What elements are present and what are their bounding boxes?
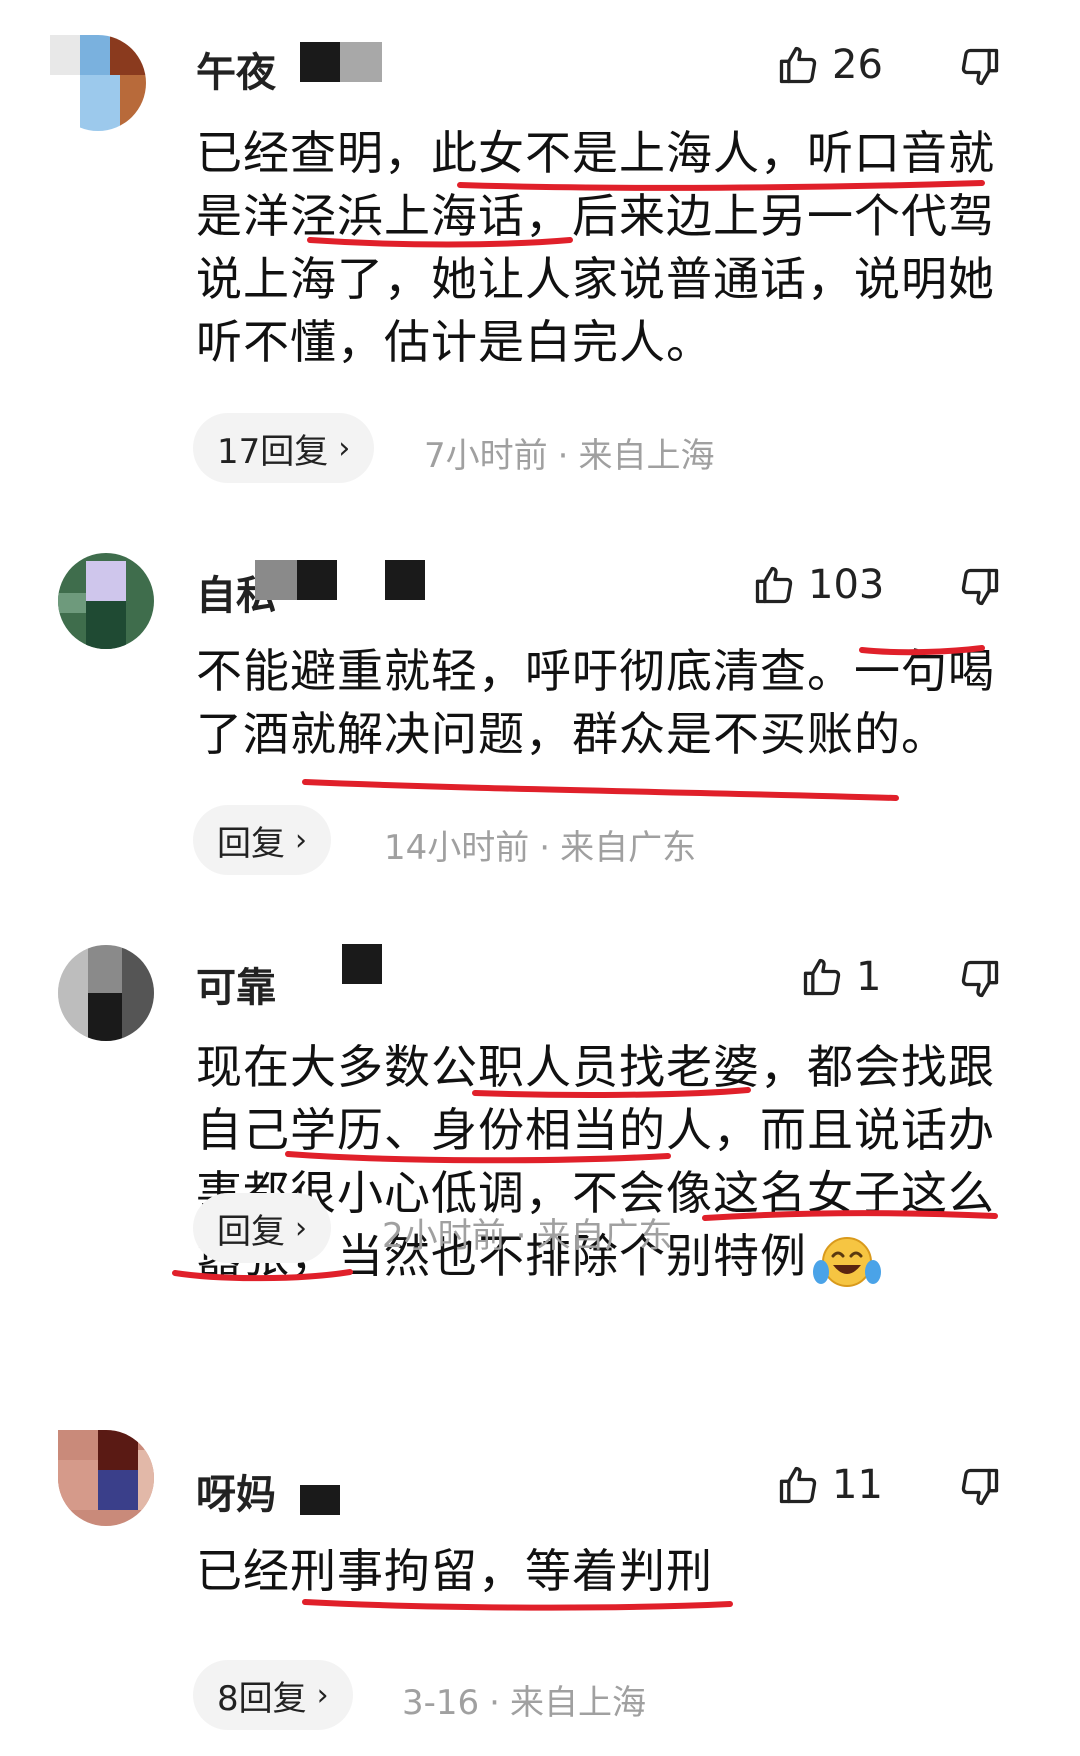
comment-text: 已经查明，此女不是上海人，听口音就是洋泾浜上海话，后来边上另一个代驾说上海了，她… [196,126,995,369]
timestamp: 2小时前 [382,1216,506,1256]
like-count: 1 [856,954,882,1000]
avatar[interactable] [50,35,146,131]
like-count: 11 [832,1462,883,1508]
meta-separator: · [539,828,551,868]
comment-meta: 14小时前 · 来自广东 [384,820,696,869]
dislike-button[interactable] [958,565,1002,609]
dislike-button[interactable] [958,1465,1002,1509]
like-count: 103 [808,562,885,608]
thumbs-down-icon [961,1468,999,1506]
username[interactable]: 呀妈 [196,1462,276,1520]
like-button[interactable]: 103 [752,562,884,608]
comment-meta: 3-16 · 来自上海 [402,1675,646,1724]
thumbs-down-icon [961,960,999,998]
comment-text: 不能避重就轻，呼吁彻底清查。一句喝了酒就解决问题，群众是不买账的。 [196,644,995,761]
chevron-right-icon: › [295,1210,307,1246]
dislike-button[interactable] [958,957,1002,1001]
thumbs-up-icon [803,958,841,996]
like-count: 26 [832,42,883,88]
thumbs-up-icon [779,46,817,84]
avatar[interactable] [58,553,154,649]
chevron-right-icon: › [295,822,307,858]
comment-card: 午夜 26 已经查明，此女不是上海人，听口音就是洋泾浜上海话，后来边上另一个代驾… [0,0,1080,483]
thumbs-down-icon [961,48,999,86]
meta-separator: · [515,1216,527,1256]
like-button[interactable]: 26 [776,42,883,88]
reply-label: 8回复 [217,1678,307,1719]
location: 来自上海 [509,1683,646,1723]
location: 来自上海 [578,436,715,476]
comment-card: 可靠 1 现在大多数公职人员找老婆，都会找跟自己学历、身份相当的人，而且说话办事… [0,900,1080,1370]
username[interactable]: 可靠 [196,955,276,1013]
reply-button[interactable]: 回复 › [193,1193,331,1263]
thumbs-up-icon [779,1466,817,1504]
avatar[interactable] [58,1430,154,1526]
like-button[interactable]: 1 [800,954,881,1000]
tears-of-joy-emoji-icon [811,1232,883,1288]
thumbs-up-icon [755,566,793,604]
like-button[interactable]: 11 [776,1462,883,1508]
reply-button[interactable]: 8回复 › [193,1660,353,1730]
reply-label: 17回复 [217,431,329,472]
thumbs-down-icon [961,568,999,606]
dislike-button[interactable] [958,45,1002,89]
reply-label: 回复 [217,1211,285,1252]
reply-label: 回复 [217,823,285,864]
avatar[interactable] [58,945,154,1041]
location: 来自广东 [560,828,697,868]
timestamp: 3-16 [402,1683,480,1723]
timestamp: 7小时前 [424,436,548,476]
location: 来自广东 [536,1216,673,1256]
chevron-right-icon: › [316,1677,329,1713]
reply-button[interactable]: 回复 › [193,805,331,875]
comment-meta: 7小时前 · 来自上海 [424,428,714,477]
comment-feed: 午夜 26 已经查明，此女不是上海人，听口音就是洋泾浜上海话，后来边上另一个代驾… [0,0,1080,1756]
comment-card: 自私 103 不能避重就轻，呼吁彻底清查。一句喝了酒就解决问题，群众是不买账的。… [0,520,1080,900]
chevron-right-icon: › [338,430,351,466]
comment-meta: 2小时前 · 来自广东 [382,1208,672,1257]
username[interactable]: 午夜 [196,40,276,98]
reply-button[interactable]: 17回复 › [193,413,375,483]
comment-text: 已经刑事拘留，等着判刑 [196,1544,713,1598]
meta-separator: · [557,436,569,476]
meta-separator: · [489,1683,500,1723]
timestamp: 14小时前 [384,828,530,868]
comment-card: 呀妈 11 已经刑事拘留，等着判刑 8回复 › 3-16 · 来自上海 [0,1430,1080,1756]
